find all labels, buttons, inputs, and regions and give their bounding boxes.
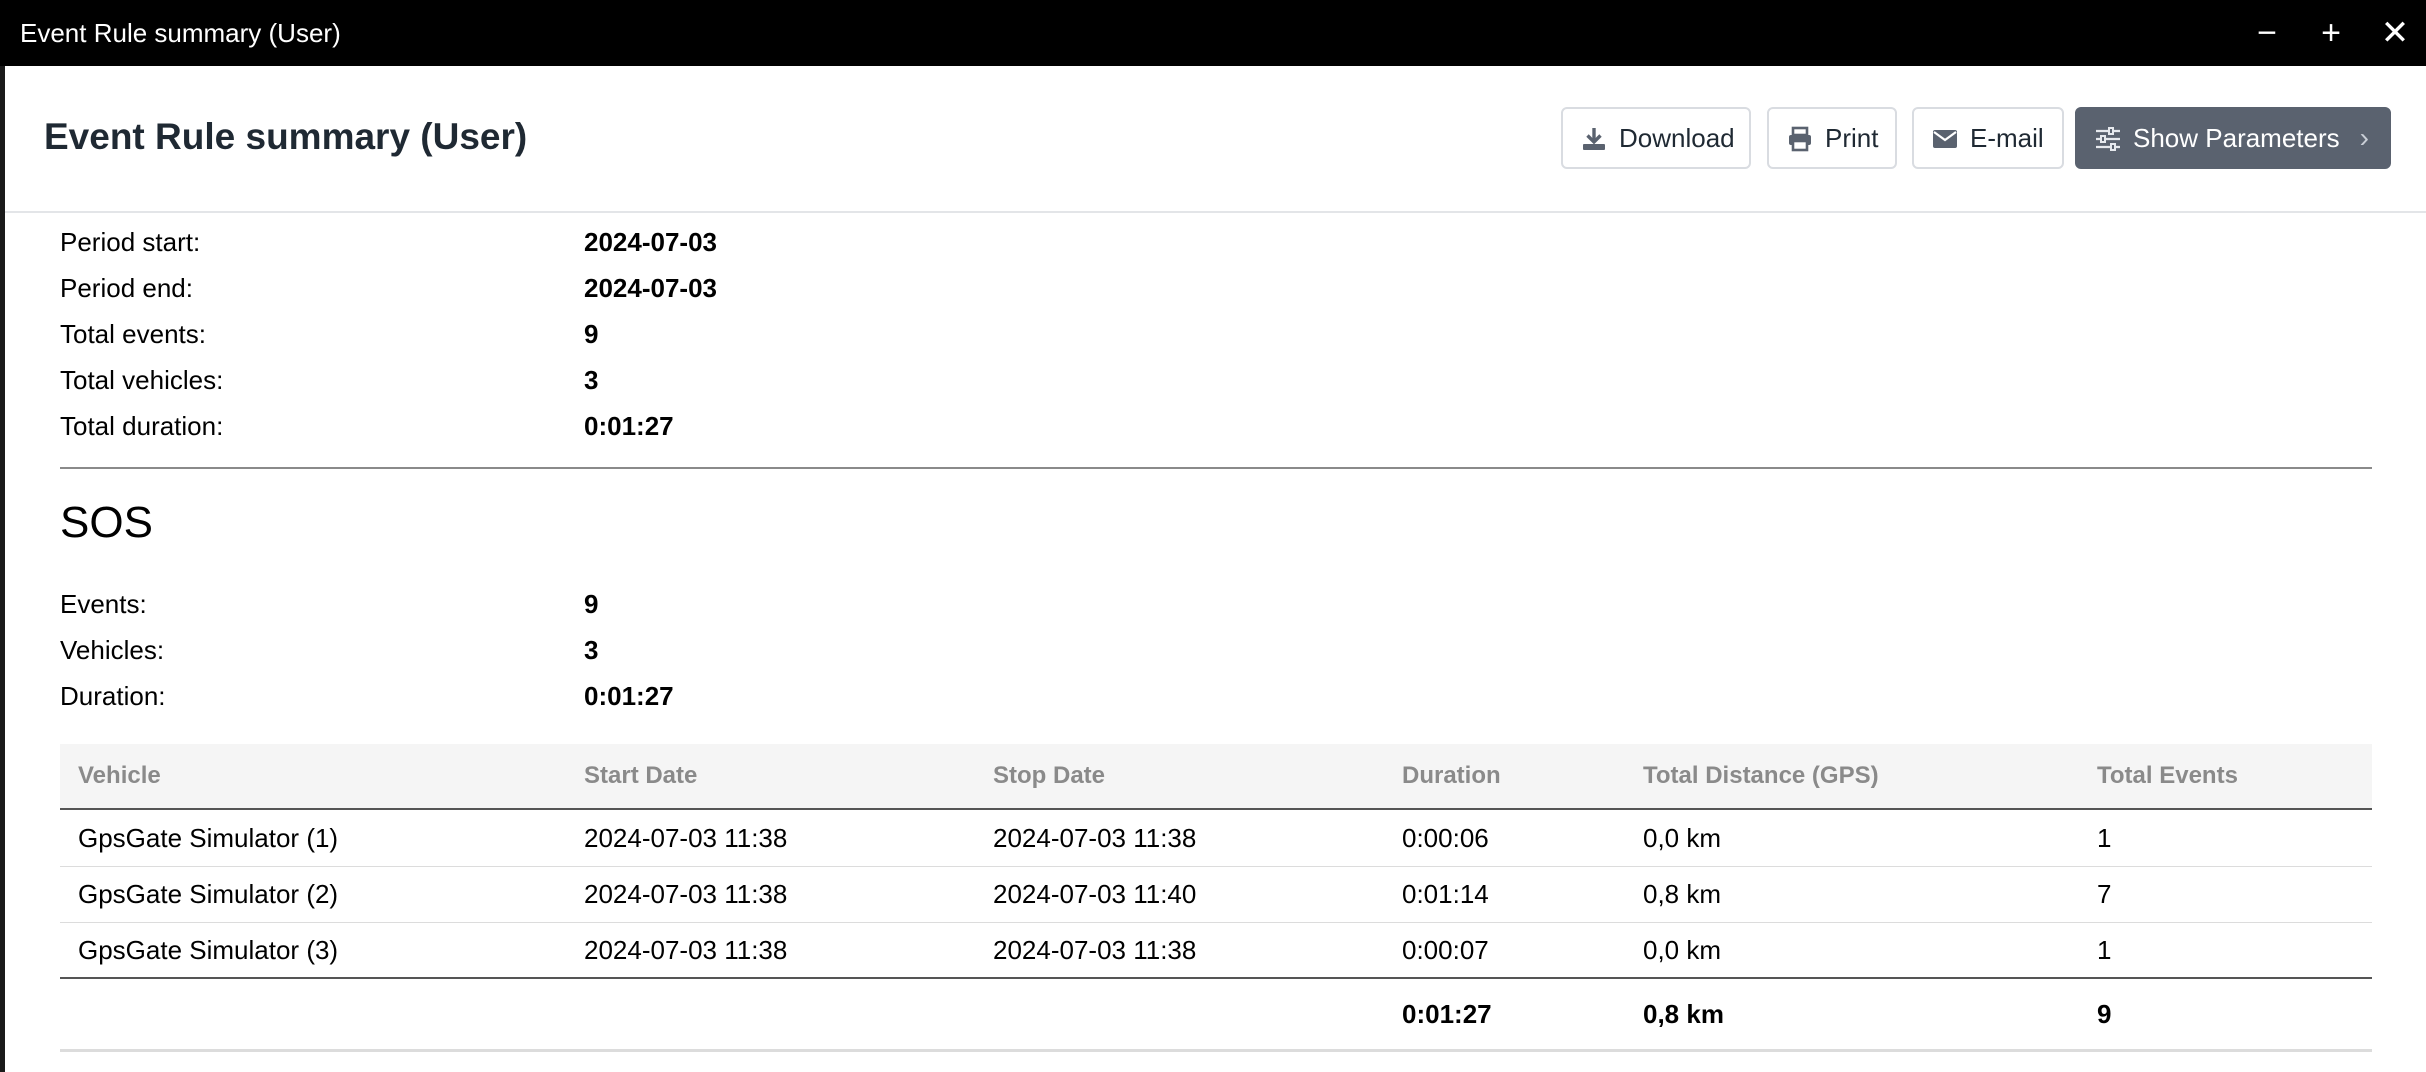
window-left-border [0,66,5,1072]
summary-label: Period end: [60,273,193,303]
summary-period-start: Period start: 2024-07-03 [60,219,1060,265]
summary-value: 2024-07-03 [584,273,717,303]
summary-divider [60,467,2372,469]
table-row: GpsGate Simulator (2) 2024-07-03 11:38 2… [60,866,2372,923]
column-header-stop-date[interactable]: Stop Date [993,744,1105,808]
section-events: Events: 9 [60,581,1060,627]
section-title: SOS [60,498,153,547]
cell-events: 7 [2097,879,2112,909]
summary-total-vehicles: Total vehicles: 3 [60,357,1060,403]
email-button[interactable]: E-mail [1912,107,2064,169]
summary-total-duration: Total duration: 0:01:27 [60,403,1060,449]
cell-distance: 0,8 km [1643,879,1722,909]
printer-icon [1789,126,1811,152]
window-title: Event Rule summary (User) [20,18,341,48]
cell-distance: 0,0 km [1643,935,1722,965]
cell-stop-date: 2024-07-03 11:38 [993,823,1197,853]
show-parameters-button[interactable]: Show Parameters › [2075,107,2391,169]
cell-stop-date: 2024-07-03 11:38 [993,935,1197,965]
summary-value: 0:01:27 [584,411,674,441]
cell-vehicle: GpsGate Simulator (1) [78,823,339,853]
column-header-duration[interactable]: Duration [1402,744,1501,808]
cell-start-date: 2024-07-03 11:38 [584,935,788,965]
summary-value: 9 [584,319,599,349]
column-header-start-date[interactable]: Start Date [584,744,697,808]
report-window: Event Rule summary (User) − + ✕ Event Ru… [0,0,2426,1072]
summary-label: Total vehicles: [60,365,224,395]
stat-label: Duration: [60,681,166,711]
page-title: Event Rule summary (User) [44,116,528,157]
summary-label: Total events: [60,319,206,349]
minimize-button[interactable]: − [2246,12,2288,54]
column-header-vehicle[interactable]: Vehicle [78,744,161,808]
window-titlebar[interactable]: Event Rule summary (User) − + ✕ [0,0,2426,66]
report-header: Event Rule summary (User) Download Print [5,66,2426,213]
cell-duration: 0:00:07 [1402,935,1489,965]
download-label: Download [1619,123,1735,153]
maximize-button[interactable]: + [2310,12,2352,54]
total-duration: 0:01:27 [1402,999,1492,1029]
summary-period-end: Period end: 2024-07-03 [60,265,1060,311]
cell-events: 1 [2097,935,2112,965]
table-totals-row: 0:01:27 0,8 km 9 [60,977,2372,1052]
total-distance: 0,8 km [1643,999,1724,1029]
stat-label: Vehicles: [60,635,165,665]
total-events: 9 [2097,999,2112,1029]
download-button[interactable]: Download [1561,107,1751,169]
cell-duration: 0:00:06 [1402,823,1489,853]
print-label: Print [1825,123,1879,153]
cell-start-date: 2024-07-03 11:38 [584,879,788,909]
section-duration: Duration: 0:01:27 [60,673,1060,719]
cell-vehicle: GpsGate Simulator (3) [78,935,339,965]
envelope-icon [1933,130,1957,148]
summary-value: 3 [584,365,599,395]
stat-value: 3 [584,635,599,665]
table-row: GpsGate Simulator (1) 2024-07-03 11:38 2… [60,810,2372,867]
summary-label: Period start: [60,227,201,257]
table-header: Vehicle Start Date Stop Date Duration To… [60,744,2372,810]
cell-duration: 0:01:14 [1402,879,1489,909]
sliders-icon [2096,127,2120,151]
chevron-right-icon: › [2359,122,2369,153]
show-parameters-label: Show Parameters [2133,123,2340,153]
cell-events: 1 [2097,823,2112,853]
close-button[interactable]: ✕ [2374,12,2416,54]
print-button[interactable]: Print [1767,107,1897,169]
summary-total-events: Total events: 9 [60,311,1060,357]
stat-label: Events: [60,589,147,619]
stat-value: 0:01:27 [584,681,674,711]
email-label: E-mail [1970,123,2044,153]
cell-start-date: 2024-07-03 11:38 [584,823,788,853]
column-header-total-events[interactable]: Total Events [2097,744,2238,808]
stat-value: 9 [584,589,599,619]
column-header-total-distance[interactable]: Total Distance (GPS) [1643,744,1879,808]
summary-label: Total duration: [60,411,224,441]
cell-distance: 0,0 km [1643,823,1722,853]
download-icon [1583,128,1605,150]
summary-value: 2024-07-03 [584,227,717,257]
table-row: GpsGate Simulator (3) 2024-07-03 11:38 2… [60,922,2372,978]
cell-vehicle: GpsGate Simulator (2) [78,879,339,909]
cell-stop-date: 2024-07-03 11:40 [993,879,1197,909]
section-vehicles: Vehicles: 3 [60,627,1060,673]
